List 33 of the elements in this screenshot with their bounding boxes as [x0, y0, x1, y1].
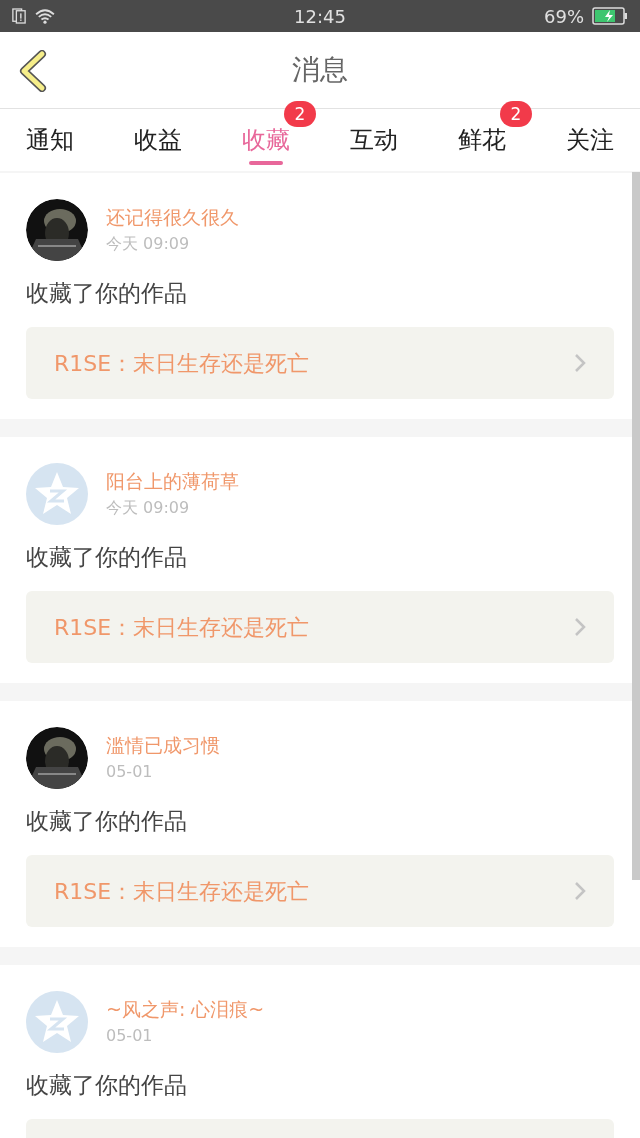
- chevron-right-icon: [574, 353, 586, 373]
- status-time: 12:45: [294, 4, 346, 29]
- count-badge: 2: [500, 101, 532, 127]
- message-time: 05-01: [106, 1025, 154, 1047]
- work-link[interactable]: R1SE：末日生存还是死亡: [26, 327, 614, 399]
- count-badge: 2: [284, 101, 316, 127]
- tab[interactable]: 通知: [14, 109, 86, 171]
- default-avatar-icon: [26, 463, 88, 525]
- wifi-icon: [34, 8, 56, 24]
- chevron-right-icon: [574, 617, 586, 637]
- message-text: 收藏了你的作品: [26, 543, 187, 572]
- message-time: 05-01: [106, 761, 154, 783]
- tab[interactable]: 收益: [122, 109, 194, 171]
- tab-indicator: [249, 161, 283, 165]
- chevron-right-icon: [574, 881, 586, 901]
- battery-percent: 69%: [544, 4, 584, 29]
- default-avatar-icon: [26, 991, 88, 1053]
- user-name[interactable]: 阳台上的薄荷草: [106, 467, 239, 495]
- tab[interactable]: 关注: [554, 109, 626, 171]
- message-time: 今天 09:09: [106, 233, 191, 255]
- sim-card-icon: [12, 8, 26, 24]
- message-text: 收藏了你的作品: [26, 807, 187, 836]
- work-link[interactable]: R1SE：末日生存还是死亡: [26, 591, 614, 663]
- message-text: 收藏了你的作品: [26, 1071, 187, 1100]
- user-name[interactable]: ~风之声: 心泪痕~: [106, 995, 265, 1023]
- tab[interactable]: 互动: [338, 109, 410, 171]
- battery-charging-icon: [592, 7, 628, 25]
- message-time: 今天 09:09: [106, 497, 191, 519]
- user-name[interactable]: 还记得很久很久: [106, 203, 239, 231]
- message-text: 收藏了你的作品: [26, 279, 187, 308]
- page-title: 消息: [292, 52, 348, 88]
- user-name[interactable]: 滥情已成习惯: [106, 731, 220, 759]
- work-link[interactable]: R1SE：末日生存还是死亡: [26, 855, 614, 927]
